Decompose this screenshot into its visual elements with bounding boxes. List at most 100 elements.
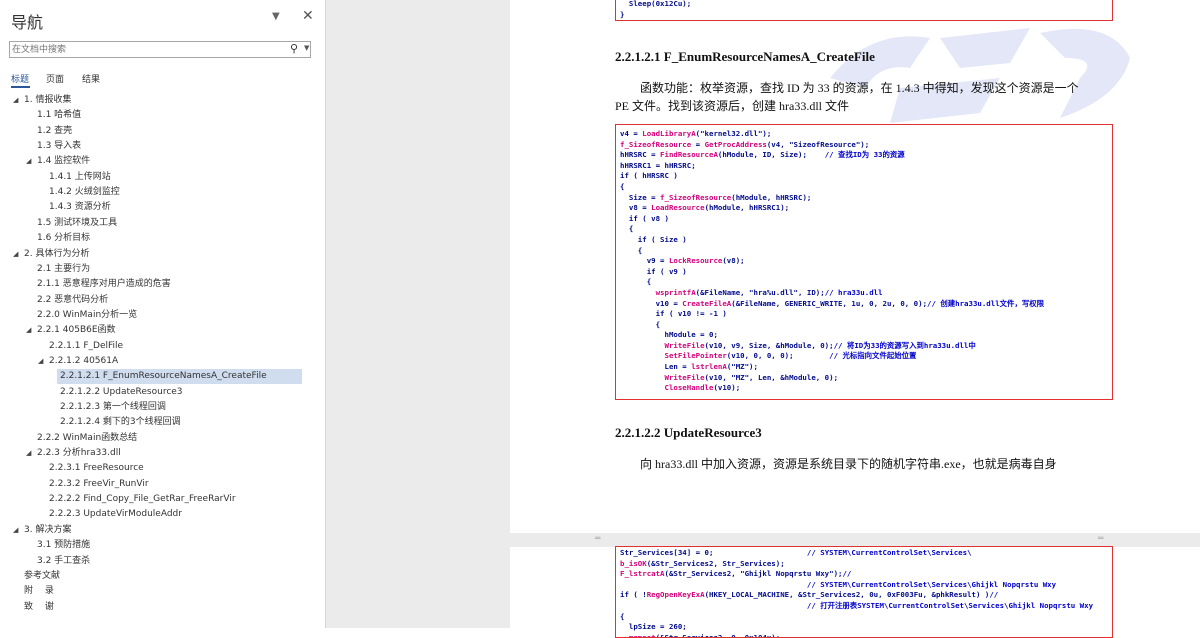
nav-heading-item[interactable]: 2.2.1.1 F_DelFile [0,339,320,354]
nav-heading-label: 1.1 哈希值 [37,110,82,121]
nav-search-box[interactable]: ⚲ ▼ [9,41,311,58]
nav-heading-item[interactable]: 1.4.2 火绒剑监控 [0,185,320,200]
nav-heading-label: 2.2.1 405B6E函数 [37,325,116,336]
nav-heading-label: 2.2.1.1 F_DelFile [49,340,124,351]
nav-options-icon[interactable]: ▼ [272,11,280,22]
nav-heading-item[interactable]: 1.1 哈希值 [0,108,320,123]
nav-heading-label: 1.4.3 资源分析 [49,202,111,213]
code-snippet-1: v4 = LoadLibraryA("kernel32.dll"); f_Siz… [615,124,1113,400]
nav-heading-label: 1.6 分析目标 [37,233,91,244]
nav-heading-item[interactable]: 2.2.3.2 FreeVir_RunVir [0,477,320,492]
nav-heading-item[interactable]: 1.2 查壳 [0,124,320,139]
nav-heading-item[interactable]: 2.2.1.2.1 F_EnumResourceNamesA_CreateFil… [57,369,302,385]
nav-heading-label: 1.5 测试环境及工具 [37,217,118,228]
expand-triangle-icon[interactable]: ◢ [26,154,31,169]
nav-heading-label: 2.1.1 恶意程序对用户造成的危害 [37,279,171,290]
nav-heading-item[interactable]: 参考文献 [0,569,320,584]
tab-headings[interactable]: 标题 [11,72,29,85]
paragraph-line: PE 文件。找到该资源后，创建 hra33.dll 文件 [615,99,849,113]
nav-heading-label: 2.2.0 WinMain分析一览 [37,309,138,320]
nav-heading-label: 2.1 主要行为 [37,263,91,274]
nav-heading-item[interactable]: 2.2.1.2.4 剩下的3个线程回调 [0,415,320,430]
expand-triangle-icon[interactable]: ◢ [26,323,31,338]
page-margin-marker: ═ [1098,534,1104,544]
nav-heading-label: 2.2.1.2.1 F_EnumResourceNamesA_CreateFil… [60,371,267,382]
nav-heading-item[interactable]: 2.1.1 恶意程序对用户造成的危害 [0,277,320,292]
nav-heading-item[interactable]: 2.1 主要行为 [0,262,320,277]
expand-triangle-icon[interactable]: ◢ [26,446,31,461]
nav-heading-item[interactable]: 1.6 分析目标 [0,231,320,246]
nav-heading-label: 2. 具体行为分析 [24,248,90,259]
nav-heading-item[interactable]: ◢ 1.4 监控软件 [0,154,320,169]
nav-heading-item[interactable]: 2.2.2.3 UpdateVirModuleAddr [0,507,320,522]
nav-heading-item[interactable]: ◢ 2.2.3 分析hra33.dll [0,446,320,461]
nav-heading-label: 2.2.1.2.4 剩下的3个线程回调 [60,417,181,428]
nav-heading-label: 2.2.1.2.2 UpdateResource3 [60,386,183,397]
nav-heading-item[interactable]: 2.2.1.2.2 UpdateResource3 [0,385,320,400]
nav-heading-label: 3.1 预防措施 [37,540,91,551]
search-input[interactable] [12,43,282,56]
navigation-pane: 导航 ▼ ✕ ⚲ ▼ 标题 页面 结果 ◢ 1. 情报收集 1.1 哈希值 1.2 查… [0,0,326,628]
section-heading: 2.2.1.2.1 F_EnumResourceNamesA_CreateFil… [615,49,875,64]
nav-heading-label: 2.2.1.2 40561A [49,355,119,366]
nav-heading-item[interactable]: 1.4.3 资源分析 [0,200,320,215]
nav-heading-item[interactable]: 1.3 导入表 [0,139,320,154]
chevron-down-icon[interactable]: ▼ [304,44,309,52]
expand-triangle-icon[interactable]: ◢ [13,523,18,538]
nav-heading-item[interactable]: ◢ 2.2.1 405B6E函数 [0,323,320,338]
nav-heading-item[interactable]: 致 谢 [0,600,320,615]
nav-heading-label: 2.2.2 WinMain函数总结 [37,432,138,443]
nav-heading-label: 1.2 查壳 [37,125,73,136]
nav-heading-label: 1.4.2 火绒剑监控 [49,187,120,198]
nav-heading-item[interactable]: 2.2 恶意代码分析 [0,293,320,308]
nav-heading-label: 参考文献 [24,570,61,581]
nav-heading-label: 1.4 监控软件 [37,156,91,167]
expand-triangle-icon[interactable]: ◢ [13,247,18,262]
expand-triangle-icon[interactable]: ◢ [13,93,18,108]
nav-heading-item[interactable]: 附 录 [0,584,320,599]
nav-heading-label: 2.2.3 分析hra33.dll [37,448,121,459]
nav-heading-label: 3. 解决方案 [24,524,72,535]
close-icon[interactable]: ✕ [302,8,314,24]
code-snippet-top: Sleep(0x12Cu); } [615,0,1113,21]
nav-heading-label: 1. 情报收集 [24,95,72,105]
nav-heading-label: 附 录 [24,586,54,597]
nav-heading-item[interactable]: 2.2.0 WinMain分析一览 [0,308,320,323]
nav-heading-item[interactable]: ◢ 3. 解决方案 [0,523,320,538]
nav-heading-item[interactable]: ◢ 2. 具体行为分析 [0,247,320,262]
nav-heading-item[interactable]: 1.5 测试环境及工具 [0,216,320,231]
nav-heading-item[interactable]: 2.2.1.2.3 第一个线程回调 [0,400,320,415]
section-heading: 2.2.1.2.2 UpdateResource3 [615,425,762,440]
nav-heading-item[interactable]: 2.2.2 WinMain函数总结 [0,431,320,446]
nav-heading-item[interactable]: ◢ 1. 情报收集 [0,93,320,108]
search-icon[interactable]: ⚲ [290,42,298,55]
nav-heading-label: 1.3 导入表 [37,141,82,152]
nav-heading-item[interactable]: 2.2.2.2 Find_Copy_File_GetRar_FreeRarVir [0,492,320,507]
code-text: Str_Services[34] = 0; // SYSTEM\CurrentC… [620,548,1094,638]
code-text: v4 = LoadLibraryA("kernel32.dll"); f_Siz… [620,129,1045,393]
expand-triangle-icon[interactable]: ◢ [38,354,43,369]
nav-heading-label: 2.2.1.2.3 第一个线程回调 [60,402,166,412]
nav-heading-label: 2.2.3.1 FreeResource [49,463,144,474]
nav-title: 导航 [11,13,44,32]
nav-heading-item[interactable]: 3.1 预防措施 [0,538,320,553]
code-snippet-2: Str_Services[34] = 0; // SYSTEM\CurrentC… [615,546,1113,638]
tab-results[interactable]: 结果 [82,72,100,85]
page-break: ═ ═ [510,533,1200,547]
paragraph-line: 向 hra33.dll 中加入资源，资源是系统目录下的随机字符串.exe，也就是… [640,457,1057,471]
tab-pages[interactable]: 页面 [46,72,64,85]
document-canvas-gap [326,0,510,628]
nav-heading-label: 3.2 手工查杀 [37,555,91,566]
active-tab-indicator [11,86,30,88]
nav-heading-item[interactable]: 1.4.1 上传网站 [0,170,320,185]
nav-heading-label: 致 谢 [24,601,54,612]
nav-heading-label: 2.2.2.2 Find_Copy_File_GetRar_FreeRarVir [49,494,236,505]
nav-heading-item[interactable]: ◢ 2.2.1.2 40561A [0,354,320,369]
nav-heading-label: 1.4.1 上传网站 [49,171,111,182]
paragraph-line: 函数功能：枚举资源，查找 ID 为 33 的资源，在 1.4.3 中得知，发现这… [640,81,1079,95]
page-margin-marker: ═ [595,534,601,544]
nav-heading-item[interactable]: 2.2.3.1 FreeResource [0,461,320,476]
nav-heading-item[interactable]: 3.2 手工查杀 [0,554,320,569]
nav-heading-label: 2.2 恶意代码分析 [37,294,109,305]
nav-heading-label: 2.2.2.3 UpdateVirModuleAddr [49,509,182,520]
